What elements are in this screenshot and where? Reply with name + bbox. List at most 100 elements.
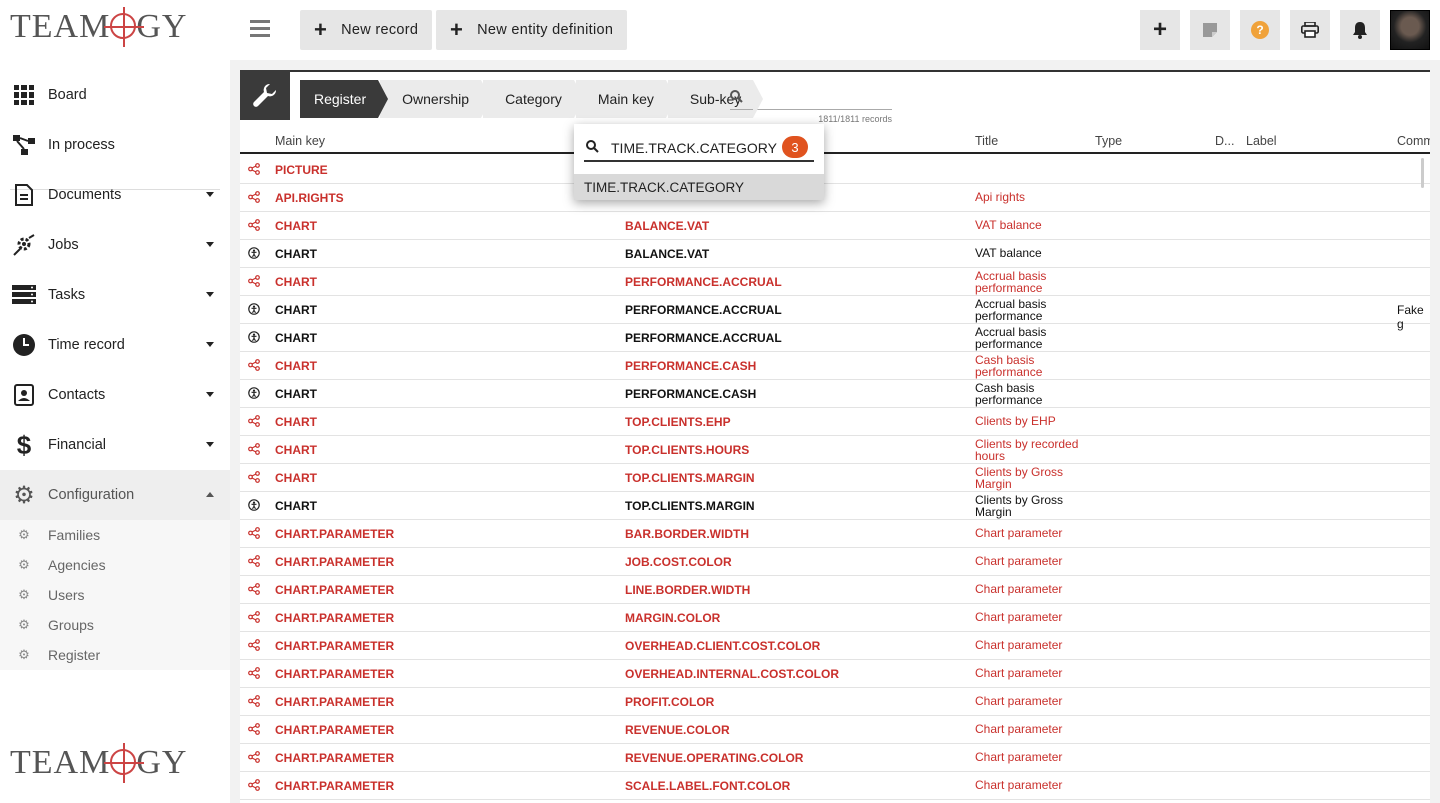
new-record-button[interactable]: + New record — [300, 10, 433, 50]
add-button[interactable]: + — [1140, 10, 1180, 50]
sidebar-item-time-record[interactable]: Time record — [0, 320, 230, 370]
cell-sub-key: REVENUE.COLOR — [625, 723, 730, 737]
column-comment[interactable]: Comm — [1397, 134, 1430, 148]
cell-main-key: CHART.PARAMETER — [275, 555, 395, 569]
share-icon — [248, 219, 260, 231]
sidebar-item-documents[interactable]: Documents — [0, 170, 230, 220]
sidebar-item-label: Financial — [48, 437, 107, 453]
chevron-up-icon[interactable] — [206, 492, 214, 497]
user-avatar[interactable] — [1390, 10, 1430, 50]
column-main-key[interactable]: Main key — [275, 134, 325, 148]
tasks-icon — [12, 283, 36, 307]
wrench-icon — [240, 70, 290, 120]
sidebar-subitem-families[interactable]: ⚙ Families — [0, 520, 230, 550]
plus-icon: + — [450, 17, 464, 42]
chevron-down-icon[interactable] — [206, 192, 214, 197]
owner-icon — [248, 303, 260, 315]
table-row[interactable]: API.RIGHTS Api rights — [240, 184, 1430, 212]
table-row[interactable]: CHART.PARAMETER MARGIN.COLOR Chart paramet… — [240, 604, 1430, 632]
table-row[interactable]: CHART TOP.CLIENTS.MARGIN Clients by Gross … — [240, 492, 1430, 520]
table-row[interactable]: CHART.PARAMETER SCALE.LABEL.FONT.COLOR Cha… — [240, 772, 1430, 800]
cell-title: VAT balance — [975, 246, 1042, 260]
table-row[interactable]: CHART.PARAMETER LINE.BORDER.WIDTH Chart pa… — [240, 576, 1430, 604]
table-row[interactable]: CHART TOP.CLIENTS.EHP Clients by EHP — [240, 408, 1430, 436]
cell-sub-key: TOP.CLIENTS.HOURS — [625, 443, 750, 457]
configuration-submenu: ⚙ Families ⚙ Agencies ⚙ Users ⚙ Groups ⚙ Regi… — [0, 520, 230, 670]
breadcrumb-register[interactable]: Register — [300, 80, 389, 118]
table-row[interactable]: CHART PERFORMANCE.ACCRUAL Accrual basis pe… — [240, 324, 1430, 352]
chevron-down-icon[interactable] — [206, 392, 214, 397]
contacts-icon — [12, 383, 36, 407]
print-button[interactable] — [1290, 10, 1330, 50]
chevron-down-icon[interactable] — [206, 442, 214, 447]
cell-title: Accrual basis performance — [975, 269, 1047, 295]
cell-sub-key: PERFORMANCE.ACCRUAL — [625, 275, 782, 289]
table-row[interactable]: CHART.PARAMETER JOB.COST.COLOR Chart param… — [240, 548, 1430, 576]
chevron-down-icon[interactable] — [206, 242, 214, 247]
plus-icon: + — [314, 17, 328, 42]
table-row[interactable]: PICTURE — [240, 156, 1430, 184]
note-button[interactable] — [1190, 10, 1230, 50]
cell-title: VAT balance — [975, 218, 1042, 232]
table-row[interactable]: CHART PERFORMANCE.CASH Cash basis performa… — [240, 380, 1430, 408]
table-row[interactable]: CHART.PARAMETER OVERHEAD.INTERNAL.COST.CO… — [240, 660, 1430, 688]
cell-sub-key: REVENUE.OPERATING.COLOR — [625, 751, 804, 765]
table-row[interactable]: CHART PERFORMANCE.CASH Cash basis performa… — [240, 352, 1430, 380]
column-label[interactable]: Label — [1246, 134, 1277, 148]
sidebar-subitem-groups[interactable]: ⚙ Groups — [0, 610, 230, 640]
cell-sub-key: BALANCE.VAT — [625, 247, 710, 261]
table-row[interactable]: CHART.PARAMETER REVENUE.COLOR Chart parame… — [240, 716, 1430, 744]
breadcrumb-ownership[interactable]: Ownership — [380, 80, 491, 118]
cell-main-key: CHART.PARAMETER — [275, 779, 395, 793]
brand-logo[interactable]: TEAM GY — [10, 7, 187, 47]
sidebar-subitem-agencies[interactable]: ⚙ Agencies — [0, 550, 230, 580]
table-row[interactable]: CHART PERFORMANCE.ACCRUAL Accrual basis pe… — [240, 268, 1430, 296]
sidebar-subitem-register[interactable]: ⚙ Register — [0, 640, 230, 670]
table-row[interactable]: CHART.PARAMETER PROFIT.COLOR Chart paramet… — [240, 688, 1430, 716]
column-title[interactable]: Title — [975, 134, 998, 148]
table-row[interactable]: CHART.PARAMETER BAR.BORDER.WIDTH Chart par… — [240, 520, 1430, 548]
gear-icon: ⚙ — [18, 527, 30, 542]
notifications-button[interactable] — [1340, 10, 1380, 50]
grid-icon — [12, 83, 36, 107]
sidebar-item-in-process[interactable]: In process — [0, 120, 230, 170]
share-icon — [248, 527, 260, 539]
hamburger-menu-icon[interactable] — [250, 20, 270, 38]
table-row[interactable]: CHART PERFORMANCE.ACCRUAL Accrual basis pe… — [240, 296, 1430, 331]
help-button[interactable]: ? — [1240, 10, 1280, 50]
sidebar-item-financial[interactable]: $ Financial — [0, 420, 230, 470]
cell-sub-key: LINE.BORDER.WIDTH — [625, 583, 751, 597]
filter-search-input[interactable]: TIME.TRACK.CATEGORY 3 — [584, 134, 814, 162]
sidebar-item-tasks[interactable]: Tasks — [0, 270, 230, 320]
filter-option[interactable]: TIME.TRACK.CATEGORY — [574, 174, 824, 200]
new-entity-label: New entity definition — [477, 22, 614, 38]
share-icon — [248, 443, 260, 455]
table-row[interactable]: CHART TOP.CLIENTS.HOURS Clients by recorde… — [240, 436, 1430, 464]
sidebar-item-board[interactable]: Board — [0, 70, 230, 120]
table-body: PICTURE API.RIGHTS Api rights CHART BALANCE.… — [240, 156, 1430, 800]
breadcrumb-main-key[interactable]: Main key — [575, 80, 676, 118]
sidebar-item-configuration[interactable]: ⚙ Configuration — [0, 470, 230, 520]
sidebar-item-label: Configuration — [48, 487, 135, 503]
column-d[interactable]: D... — [1215, 134, 1234, 148]
share-icon — [248, 555, 260, 567]
sidebar-subitem-users[interactable]: ⚙ Users — [0, 580, 230, 610]
table-row[interactable]: CHART TOP.CLIENTS.MARGIN Clients by Gross … — [240, 464, 1430, 492]
share-icon — [248, 667, 260, 679]
sidebar-item-jobs[interactable]: Jobs — [0, 220, 230, 270]
cell-sub-key: MARGIN.COLOR — [625, 611, 721, 625]
new-entity-definition-button[interactable]: + New entity definition — [436, 10, 628, 50]
breadcrumb-category[interactable]: Category — [483, 80, 584, 118]
table-row[interactable]: CHART.PARAMETER OVERHEAD.CLIENT.COST.COLO… — [240, 632, 1430, 660]
column-type[interactable]: Type — [1095, 134, 1122, 148]
table-row[interactable]: CHART BALANCE.VAT VAT balance — [240, 212, 1430, 240]
share-icon — [248, 163, 260, 175]
table-row[interactable]: CHART.PARAMETER REVENUE.OPERATING.COLOR Ch… — [240, 744, 1430, 772]
chevron-down-icon[interactable] — [206, 342, 214, 347]
chevron-down-icon[interactable] — [206, 292, 214, 297]
sidebar-item-contacts[interactable]: Contacts — [0, 370, 230, 420]
scrollbar[interactable] — [1421, 158, 1424, 188]
table-header: Main key Title Type D... Label Comm — [240, 130, 1430, 154]
cell-sub-key: BALANCE.VAT — [625, 219, 710, 233]
table-row[interactable]: CHART BALANCE.VAT VAT balance — [240, 240, 1430, 268]
